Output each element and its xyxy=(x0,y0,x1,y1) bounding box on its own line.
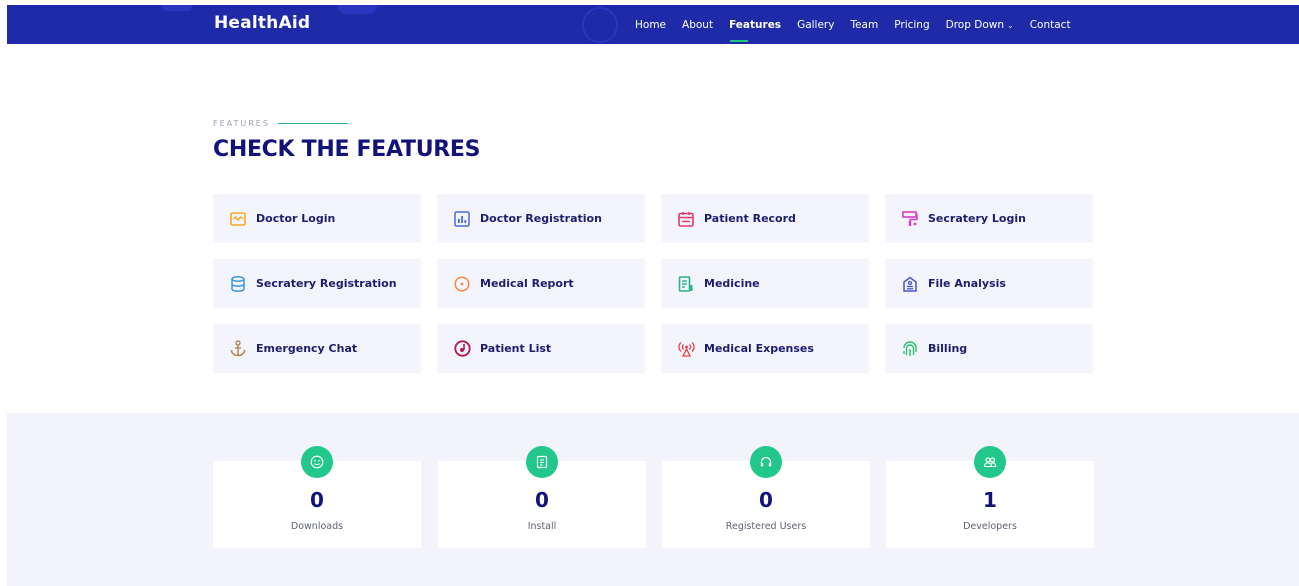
top-navbar: HealthAid Home About Features Gallery Te… xyxy=(7,5,1299,44)
feature-label: Doctor Login xyxy=(256,212,336,225)
nav-pricing[interactable]: Pricing xyxy=(894,19,929,31)
nav-gallery[interactable]: Gallery xyxy=(797,19,834,31)
feature-card-patient-list[interactable]: Patient List xyxy=(437,324,645,373)
broadcast-icon xyxy=(677,340,695,358)
gradient-circle-icon xyxy=(453,275,471,293)
feature-card-medical-expenses[interactable]: Medical Expenses xyxy=(661,324,869,373)
document-icon xyxy=(677,275,695,293)
nav-features[interactable]: Features xyxy=(729,19,781,42)
feature-card-file-analysis[interactable]: File Analysis xyxy=(885,259,1093,308)
fingerprint-icon xyxy=(901,340,919,358)
house-document-icon xyxy=(901,275,919,293)
feature-card-emergency-chat[interactable]: Emergency Chat xyxy=(213,324,421,373)
feature-label: Billing xyxy=(928,342,968,355)
feature-label: Secratery Login xyxy=(928,212,1026,225)
feature-label: Medical Report xyxy=(480,277,574,290)
main-navigation: Home About Features Gallery Team Pricing… xyxy=(635,5,1087,44)
site-logo[interactable]: HealthAid xyxy=(214,13,310,33)
stat-card-registered-users: 0 Registered Users xyxy=(662,446,870,548)
feature-label: Patient Record xyxy=(704,212,796,225)
stat-card-developers: 1 Developers xyxy=(886,446,1094,548)
feature-label: Medical Expenses xyxy=(704,342,814,355)
stats-section xyxy=(7,413,1299,586)
anchor-icon xyxy=(229,340,247,358)
database-icon xyxy=(229,275,247,293)
chart-window-icon xyxy=(229,210,247,228)
stat-card-downloads: 0 Downloads xyxy=(213,446,421,548)
calendar-icon xyxy=(677,210,695,228)
feature-label: File Analysis xyxy=(928,277,1006,290)
stat-label: Downloads xyxy=(290,521,344,532)
section-title: CHECK THE FEATURES xyxy=(213,137,481,162)
nav-drop-down[interactable]: Drop Down ⌄ xyxy=(946,19,1014,31)
stat-label: Registered Users xyxy=(725,521,807,532)
bar-chart-icon xyxy=(453,210,471,228)
features-grid: Doctor Login Doctor Registration Patient… xyxy=(213,194,1095,373)
stat-label: Install xyxy=(527,521,557,532)
stat-card-install: 0 Install xyxy=(438,446,646,548)
feature-card-doctor-login[interactable]: Doctor Login xyxy=(213,194,421,243)
feature-card-secratery-registration[interactable]: Secratery Registration xyxy=(213,259,421,308)
nav-contact[interactable]: Contact xyxy=(1030,19,1071,31)
subtitle-divider xyxy=(277,123,348,124)
nav-team[interactable]: Team xyxy=(850,19,878,31)
chevron-down-icon: ⌄ xyxy=(1007,20,1014,30)
people-icon xyxy=(974,446,1006,478)
stat-label: Developers xyxy=(963,521,1017,532)
stat-value: 0 xyxy=(310,488,324,512)
feature-label: Emergency Chat xyxy=(256,342,358,355)
feature-card-billing[interactable]: Billing xyxy=(885,324,1093,373)
smile-icon xyxy=(301,446,333,478)
feature-label: Patient List xyxy=(480,342,552,355)
feature-card-medicine[interactable]: Medicine xyxy=(661,259,869,308)
feature-card-patient-record[interactable]: Patient Record xyxy=(661,194,869,243)
nav-drop-down-label: Drop Down xyxy=(945,18,1004,31)
document-icon xyxy=(526,446,558,478)
section-subtitle-text: FEATURES xyxy=(213,119,270,128)
feature-card-medical-report[interactable]: Medical Report xyxy=(437,259,645,308)
headphones-icon xyxy=(750,446,782,478)
section-subtitle: FEATURES xyxy=(213,119,348,128)
stat-value: 0 xyxy=(759,488,773,512)
paint-roller-icon xyxy=(901,210,919,228)
stat-value: 0 xyxy=(535,488,549,512)
nav-home[interactable]: Home xyxy=(635,19,666,31)
feature-label: Secratery Registration xyxy=(256,277,397,290)
feature-label: Doctor Registration xyxy=(480,212,602,225)
nav-about[interactable]: About xyxy=(682,19,713,31)
feature-label: Medicine xyxy=(704,277,760,290)
disc-icon xyxy=(453,340,471,358)
feature-card-doctor-registration[interactable]: Doctor Registration xyxy=(437,194,645,243)
feature-card-secratery-login[interactable]: Secratery Login xyxy=(885,194,1093,243)
stat-value: 1 xyxy=(983,488,997,512)
